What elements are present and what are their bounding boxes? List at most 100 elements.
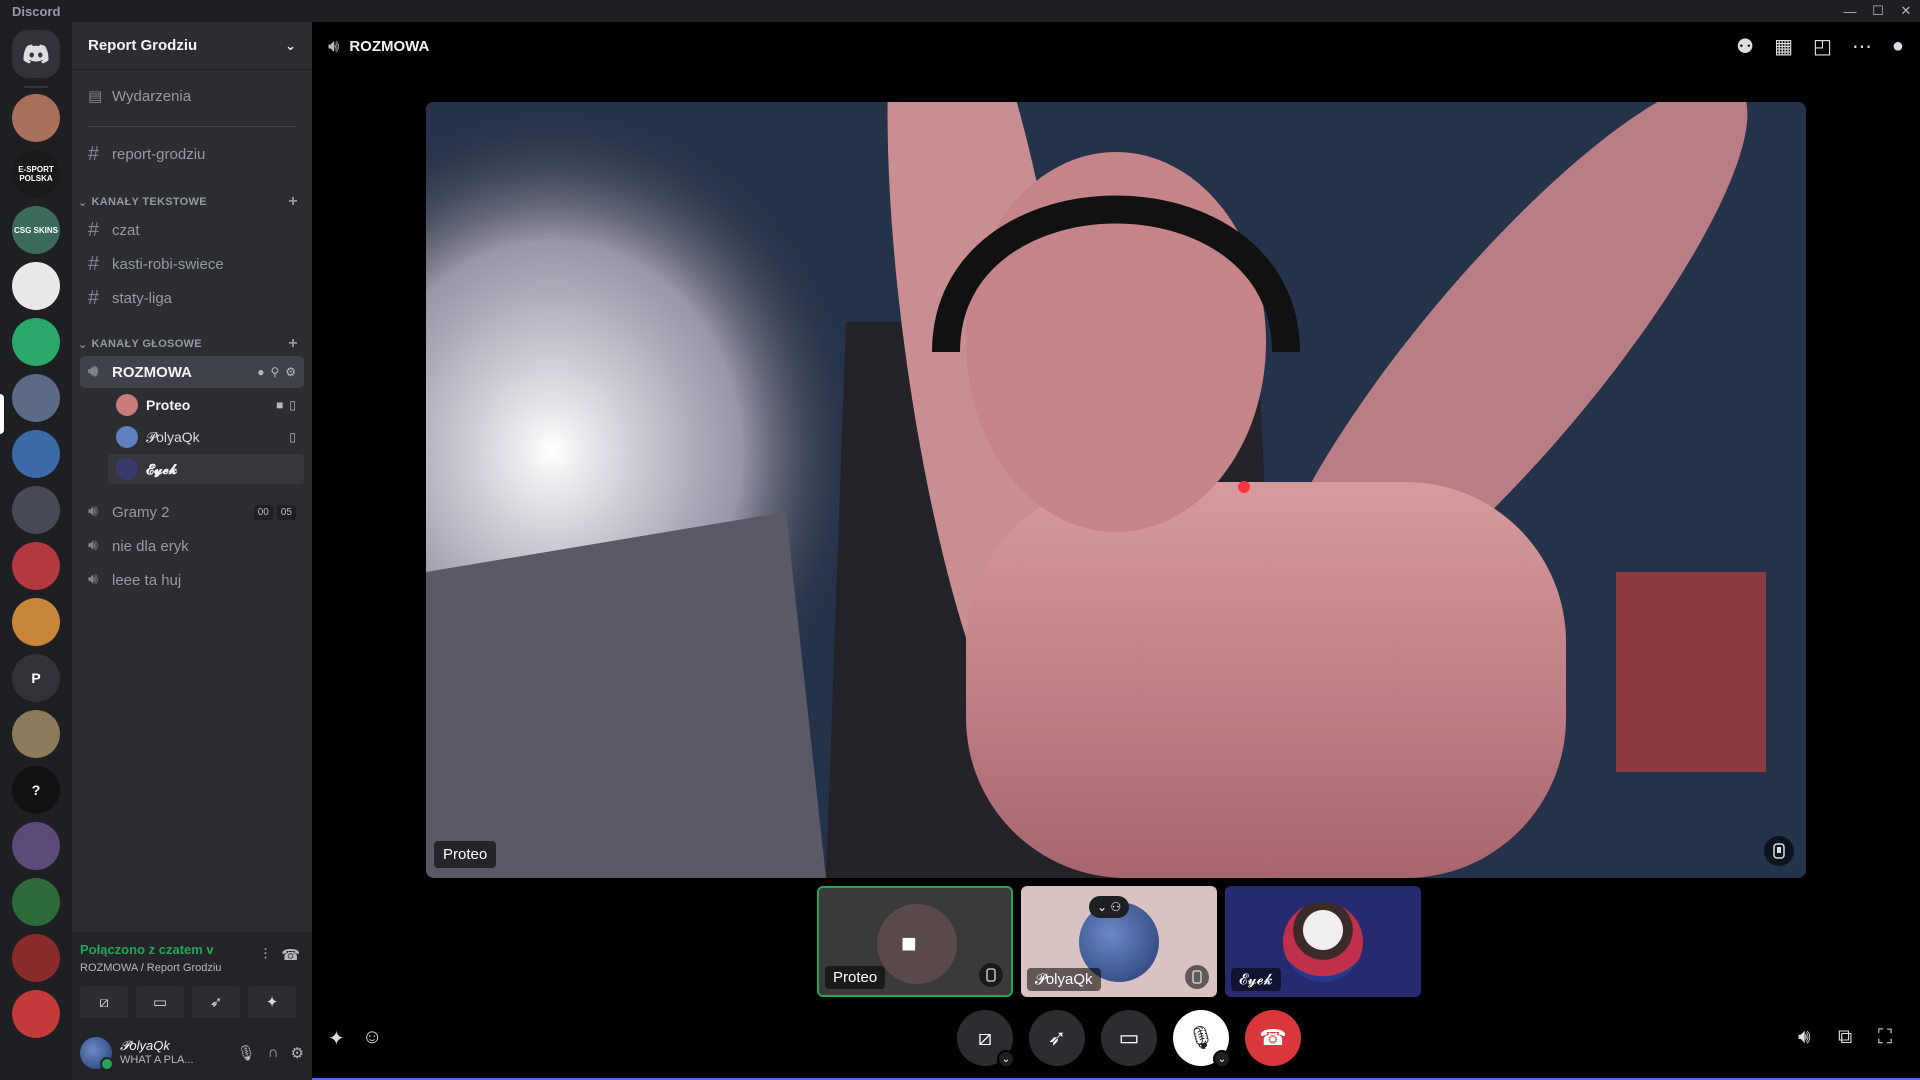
- tile-eyek[interactable]: 𝓔𝔂𝓮𝓴: [1225, 886, 1421, 997]
- tile-popout-icon[interactable]: ⌄ ⚇: [1089, 896, 1130, 918]
- microphone-icon: 🎙︎: [1187, 1025, 1215, 1050]
- call-header: 🔊︎ ROZMOWA: [312, 22, 1920, 70]
- voice-channel-rozmowa[interactable]: 🔊︎ ROZMOWA ● ⚲ ⚙: [80, 356, 304, 388]
- activity-button[interactable]: ➶: [1029, 1010, 1085, 1066]
- close-button[interactable]: ✕: [1892, 0, 1920, 22]
- events-label: Wydarzenia: [112, 87, 192, 105]
- voice-channel-nie-dla-eryk[interactable]: 🔊︎ nie dla eryk: [80, 530, 304, 562]
- server-icon[interactable]: [12, 94, 60, 142]
- hash-icon: #: [88, 252, 100, 275]
- channel-label: czat: [112, 221, 140, 239]
- speaker-icon: 🔊︎: [88, 503, 99, 520]
- camera-off-button[interactable]: ⧄ ⌄: [957, 1010, 1015, 1068]
- server-icon[interactable]: E-SPORT POLSKA: [12, 150, 60, 198]
- gear-icon[interactable]: ⚙: [285, 365, 296, 379]
- voice-call-view: 🔊︎ ROZMOWA ⚉ ▦ ◰ ⋯ ● Proteo ■ Proteo ⌄ ⚇…: [312, 22, 1920, 1080]
- server-icon[interactable]: [12, 822, 60, 870]
- server-icon[interactable]: [12, 934, 60, 982]
- tile-proteo[interactable]: ■ Proteo: [817, 886, 1013, 997]
- tile-name: 𝓟olyaQk: [1027, 968, 1101, 991]
- server-icon[interactable]: [12, 710, 60, 758]
- timer-badge: 00: [253, 504, 273, 520]
- connection-channel[interactable]: ROZMOWA / Report Grodziu: [80, 962, 221, 974]
- popout-icon[interactable]: ⧉: [1838, 1026, 1852, 1049]
- gear-icon[interactable]: ⚙: [291, 1044, 304, 1062]
- server-icon[interactable]: [12, 542, 60, 590]
- server-icon[interactable]: [12, 486, 60, 534]
- server-icon[interactable]: [12, 262, 60, 310]
- screen-share-icon: ▭: [1118, 1025, 1140, 1050]
- events-item[interactable]: ▤ Wydarzenia: [80, 80, 304, 112]
- channel-label: leee ta huj: [112, 571, 182, 589]
- user-name: 𝓟olyaQk: [120, 1038, 170, 1053]
- discord-home-icon[interactable]: [12, 30, 60, 78]
- locked-speaker-icon: 🔊︎: [88, 571, 99, 588]
- chevron-down-icon[interactable]: ⌄: [1213, 1050, 1231, 1068]
- server-icon[interactable]: [12, 374, 60, 422]
- server-icon[interactable]: P: [12, 654, 60, 702]
- headphones-icon[interactable]: ∩: [268, 1044, 279, 1062]
- channel-report-grodziu[interactable]: # report-grodziu: [80, 138, 304, 170]
- add-channel-icon[interactable]: +: [288, 193, 298, 211]
- server-icon[interactable]: [12, 878, 60, 926]
- grid-icon[interactable]: ▦: [1774, 34, 1793, 59]
- channel-label: staty-liga: [112, 289, 173, 307]
- camera-off-button[interactable]: ⧄: [80, 986, 128, 1018]
- main-video-stream[interactable]: Proteo: [426, 102, 1806, 878]
- chat-icon[interactable]: ●: [1892, 35, 1904, 58]
- emoji-icon[interactable]: ☺: [362, 1026, 382, 1049]
- avatar: [877, 904, 957, 984]
- voice-channel-gramy-2[interactable]: 🔊︎ Gramy 2 00 05: [80, 496, 304, 528]
- channel-label: report-grodziu: [112, 145, 206, 163]
- category-voice[interactable]: ⌄ KANAŁY GŁOSOWE +: [78, 334, 306, 354]
- voice-user-eyek[interactable]: 𝓔𝔂𝓮𝓴: [108, 454, 304, 484]
- server-icon[interactable]: [12, 318, 60, 366]
- category-label: KANAŁY TEKSTOWE: [91, 196, 207, 208]
- user-panel: 𝓟olyaQk WHAT A PLA... 🎙︎ ∩ ⚙: [72, 1026, 312, 1080]
- channel-czat[interactable]: # czat: [80, 214, 304, 246]
- disconnect-icon[interactable]: ☎: [281, 946, 300, 964]
- category-text[interactable]: ⌄ KANAŁY TEKSTOWE +: [78, 192, 306, 212]
- tile-polyaqk[interactable]: ⌄ ⚇ 𝓟olyaQk: [1021, 886, 1217, 997]
- channel-staty-liga[interactable]: # staty-liga: [80, 282, 304, 314]
- screen-share-button[interactable]: ▭: [136, 986, 184, 1018]
- server-icon[interactable]: [12, 430, 60, 478]
- channel-kasti-robi-swiece[interactable]: # kasti-robi-swiece: [80, 248, 304, 280]
- user-avatar[interactable]: [80, 1037, 114, 1071]
- deafened-icon: ▯: [289, 430, 296, 444]
- soundboard-button[interactable]: ✦: [248, 986, 296, 1018]
- popout-icon[interactable]: ◰: [1813, 34, 1832, 59]
- microphone-icon[interactable]: 🎙︎: [237, 1044, 256, 1062]
- chevron-down-icon: ⌄: [78, 196, 88, 209]
- server-header[interactable]: Report Grodziu ⌄: [72, 22, 312, 70]
- fullscreen-icon[interactable]: ⛶: [1878, 1026, 1892, 1049]
- server-icon[interactable]: CSG SKINS: [12, 206, 60, 254]
- server-list: E-SPORT POLSKA CSG SKINS P?: [0, 22, 72, 1080]
- divider: [88, 126, 296, 127]
- more-icon[interactable]: ⋯: [1852, 34, 1872, 59]
- hash-icon: #: [88, 142, 100, 165]
- minimize-button[interactable]: —: [1836, 0, 1864, 22]
- connection-status[interactable]: Połączono z czatem v: [80, 942, 214, 957]
- voice-user-polyaqk[interactable]: 𝓟olyaQk ▯: [108, 422, 304, 452]
- server-icon[interactable]: [12, 598, 60, 646]
- volume-icon[interactable]: 🔊︎: [1798, 1026, 1811, 1049]
- chevron-down-icon[interactable]: ⌄: [997, 1050, 1015, 1068]
- maximize-button[interactable]: ☐: [1864, 0, 1892, 22]
- rocket-icon: ➶: [1047, 1025, 1067, 1050]
- chat-bubble-icon[interactable]: ●: [257, 365, 264, 379]
- noise-suppression-icon[interactable]: ⫶: [264, 946, 268, 964]
- add-channel-icon[interactable]: +: [288, 335, 298, 353]
- video-icon: ■: [276, 398, 284, 412]
- voice-user-proteo[interactable]: Proteo ■ ▯: [108, 390, 304, 420]
- soundboard-icon[interactable]: ✦: [328, 1026, 345, 1051]
- activity-button[interactable]: ➶: [192, 986, 240, 1018]
- screen-share-button[interactable]: ▭: [1101, 1010, 1157, 1066]
- microphone-button[interactable]: 🎙︎ ⌄: [1173, 1010, 1231, 1068]
- server-icon[interactable]: [12, 990, 60, 1038]
- voice-channel-leee-ta-huj[interactable]: 🔊︎ leee ta huj: [80, 564, 304, 596]
- server-icon[interactable]: ?: [12, 766, 60, 814]
- disconnect-button[interactable]: ☎: [1245, 1010, 1301, 1066]
- add-friend-icon[interactable]: ⚉: [1736, 34, 1754, 59]
- add-member-icon[interactable]: ⚲: [270, 365, 279, 379]
